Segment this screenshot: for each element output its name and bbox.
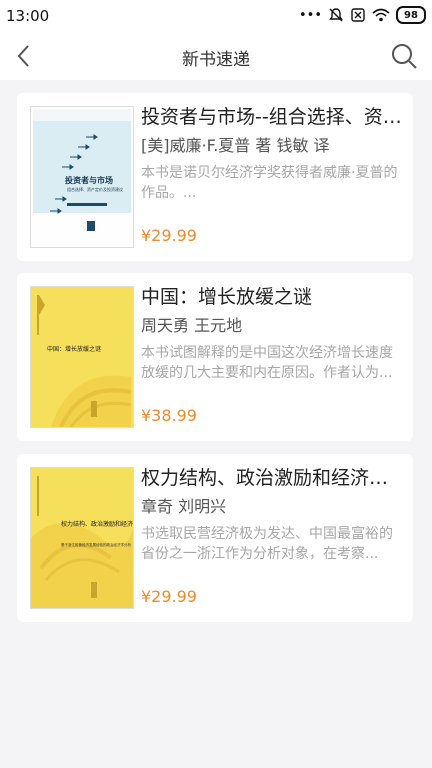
book-card[interactable]: 中国：增长放缓之谜 中国：增长放缓之谜 周天勇 王元地 本书试图解释的是中国这次… (17, 273, 413, 441)
cover-art: 中国：增长放缓之谜 (31, 287, 133, 427)
book-description: 本书是诺贝尔经济学奖获得者威廉·夏普的作品。... (141, 165, 398, 201)
more-dots-icon: ••• (298, 7, 322, 23)
book-card[interactable]: 权力结构、政治激励和经济增长 基于浙江民营经济发展经验的政治经济学分析 权力结构… (17, 454, 413, 622)
book-price: ¥29.99 (141, 226, 197, 245)
book-price: ¥38.99 (141, 406, 197, 425)
book-cover[interactable]: 中国：增长放缓之谜 (30, 286, 134, 428)
book-info: 权力结构、政治激励和经济增长 章奇 刘明兴 书选取民营经济极为发达、中国最富裕的… (141, 464, 403, 564)
book-card[interactable]: 投资者与市场 组合选择、资产定价及投资建议 投资者与市场--组合选择、资产定价及… (17, 93, 413, 261)
wifi-icon (372, 8, 390, 22)
book-title[interactable]: 权力结构、政治激励和经济增长 (141, 464, 403, 492)
battery-icon: 98 (396, 6, 426, 24)
book-author: 周天勇 王元地 (141, 316, 243, 335)
svg-text:基于浙江民营经济发展经验的政治经济学分析: 基于浙江民营经济发展经验的政治经济学分析 (61, 542, 131, 547)
book-description: 书选取民营经济极为发达、中国最富裕的省份之一浙江作为分析对象，在考察... (141, 526, 393, 562)
book-price: ¥29.99 (141, 587, 197, 606)
svg-text:投资者与市场: 投资者与市场 (65, 175, 113, 185)
book-info: 投资者与市场--组合选择、资产定价及投资建议 [美]威廉·F.夏普 著 钱敏 译… (141, 103, 403, 203)
svg-text:权力结构、政治激励和经济增长: 权力结构、政治激励和经济增长 (61, 520, 133, 528)
status-time: 13:00 (6, 7, 50, 25)
book-info: 中国：增长放缓之谜 周天勇 王元地 本书试图解释的是中国这次经济增长速度放缓的几… (141, 283, 403, 383)
book-author: [美]威廉·F.夏普 著 钱敏 译 (141, 136, 330, 155)
search-icon[interactable] (390, 42, 418, 70)
page-title: 新书速递 (182, 50, 250, 70)
book-description: 本书试图解释的是中国这次经济增长速度放缓的几大主要和内在原因。作者认为... (141, 345, 393, 381)
book-cover[interactable]: 投资者与市场 组合选择、资产定价及投资建议 (30, 106, 134, 248)
status-bar: 13:00 ••• 98 (0, 0, 432, 32)
mute-bell-icon (329, 8, 343, 22)
cover-art: 权力结构、政治激励和经济增长 基于浙江民营经济发展经验的政治经济学分析 (31, 468, 133, 608)
sim-off-icon (351, 8, 365, 22)
book-cover[interactable]: 权力结构、政治激励和经济增长 基于浙江民营经济发展经验的政治经济学分析 (30, 467, 134, 609)
book-title[interactable]: 投资者与市场--组合选择、资产定价及投资建议 (141, 103, 403, 131)
cover-art: 投资者与市场 组合选择、资产定价及投资建议 (31, 107, 133, 247)
nav-bar: 新书速递 (0, 32, 432, 80)
book-title[interactable]: 中国：增长放缓之谜 (141, 283, 403, 311)
status-icons: ••• 98 (299, 6, 426, 24)
svg-text:中国：增长放缓之谜: 中国：增长放缓之谜 (47, 345, 101, 353)
book-author: 章奇 刘明兴 (141, 497, 227, 516)
svg-text:组合选择、资产定价及投资建议: 组合选择、资产定价及投资建议 (67, 186, 123, 192)
